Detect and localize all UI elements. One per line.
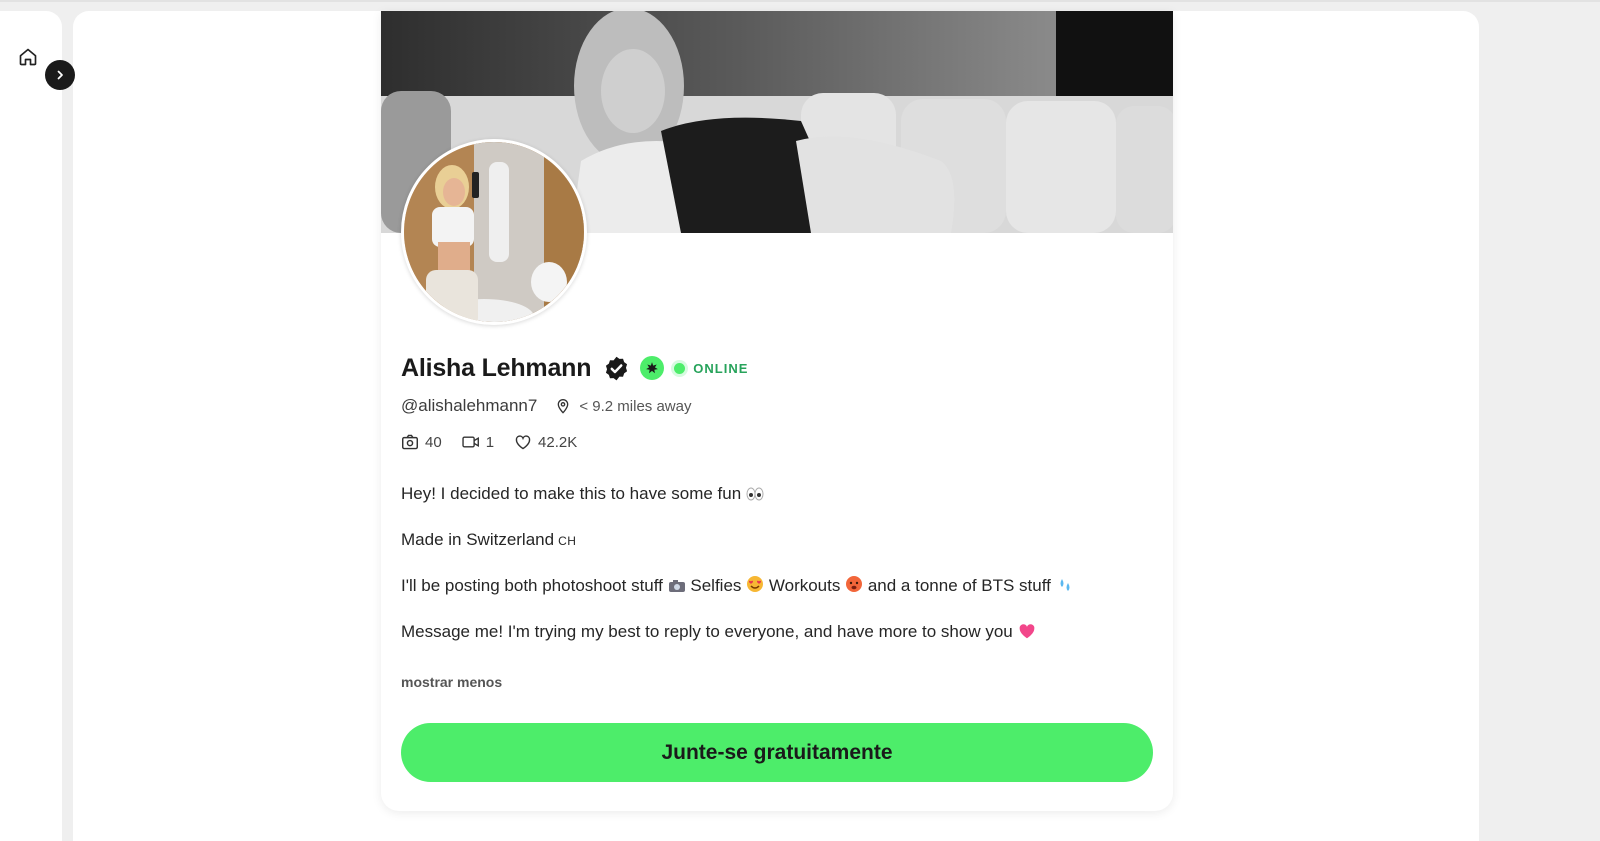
pink-heart-emoji-icon: [1018, 623, 1036, 644]
camera-emoji-icon: [668, 577, 686, 598]
profile-name-row: Alisha Lehmann ONLINE: [401, 351, 748, 385]
bio-paragraph: Hey! I decided to make this to have some…: [401, 483, 1141, 506]
profile-stats: 40 1 42.2K: [401, 431, 597, 453]
bio-line-3c: Workouts: [768, 576, 841, 595]
join-free-button[interactable]: Junte-se gratuitamente: [401, 723, 1153, 782]
heart-eyes-emoji-icon: [746, 575, 764, 598]
likes-count: 42.2K: [538, 433, 578, 451]
eyes-emoji-icon: [746, 485, 764, 506]
expand-sidebar-button[interactable]: [45, 60, 75, 90]
video-icon: [462, 436, 479, 448]
bio-line-3b: Selfies: [690, 576, 742, 595]
camera-icon: [402, 434, 418, 450]
left-rail: [0, 11, 62, 841]
location-pin-icon: [555, 397, 571, 415]
home-button[interactable]: [16, 45, 40, 69]
heart-icon: [515, 435, 531, 450]
chevron-right-icon: [57, 70, 63, 80]
online-status: ONLINE: [693, 360, 749, 376]
bio-paragraph: Message me! I'm trying my best to reply …: [401, 621, 1141, 644]
photos-stat: 40: [401, 434, 442, 451]
sweat-droplets-emoji-icon: [1056, 577, 1074, 598]
profile-name: Alisha Lehmann: [401, 353, 592, 382]
bio-paragraph: I'll be posting both photoshoot stuff Se…: [401, 575, 1141, 598]
profile-sub-row: @alishalehmann7 < 9.2 miles away: [401, 395, 691, 417]
bio-paragraph: Made in Switzerland CH: [401, 529, 1141, 552]
bio-line-1: Hey! I decided to make this to have some…: [401, 484, 742, 503]
avatar-photo: [404, 142, 584, 322]
verified-check-icon: [603, 355, 630, 382]
photos-count: 40: [425, 433, 442, 451]
bio-line-3d: and a tonne of BTS stuff: [867, 576, 1051, 595]
likes-stat: 42.2K: [514, 434, 577, 451]
bio-line-2: Made in Switzerland: [401, 530, 555, 549]
top-divider: [0, 0, 1600, 2]
videos-stat: 1: [462, 434, 494, 451]
profile-handle: @alishalehmann7: [401, 396, 538, 415]
home-icon: [19, 48, 37, 66]
show-less-link[interactable]: mostrar menos: [401, 674, 502, 690]
profile-card: Alisha Lehmann ONLINE @alishalehmann7 < …: [381, 11, 1173, 811]
creator-badge-icon: [640, 356, 665, 380]
online-indicator: [674, 362, 686, 374]
bio-line-4: Message me! I'm trying my best to reply …: [401, 622, 1013, 641]
bio-flag-code: CH: [558, 534, 577, 548]
avatar[interactable]: [401, 139, 587, 325]
profile-bio: Hey! I decided to make this to have some…: [401, 483, 1141, 644]
videos-count: 1: [485, 433, 495, 451]
location-distance: < 9.2 miles away: [579, 397, 692, 415]
hot-face-emoji-icon: [845, 575, 863, 598]
bio-line-3a: I'll be posting both photoshoot stuff: [401, 576, 663, 595]
